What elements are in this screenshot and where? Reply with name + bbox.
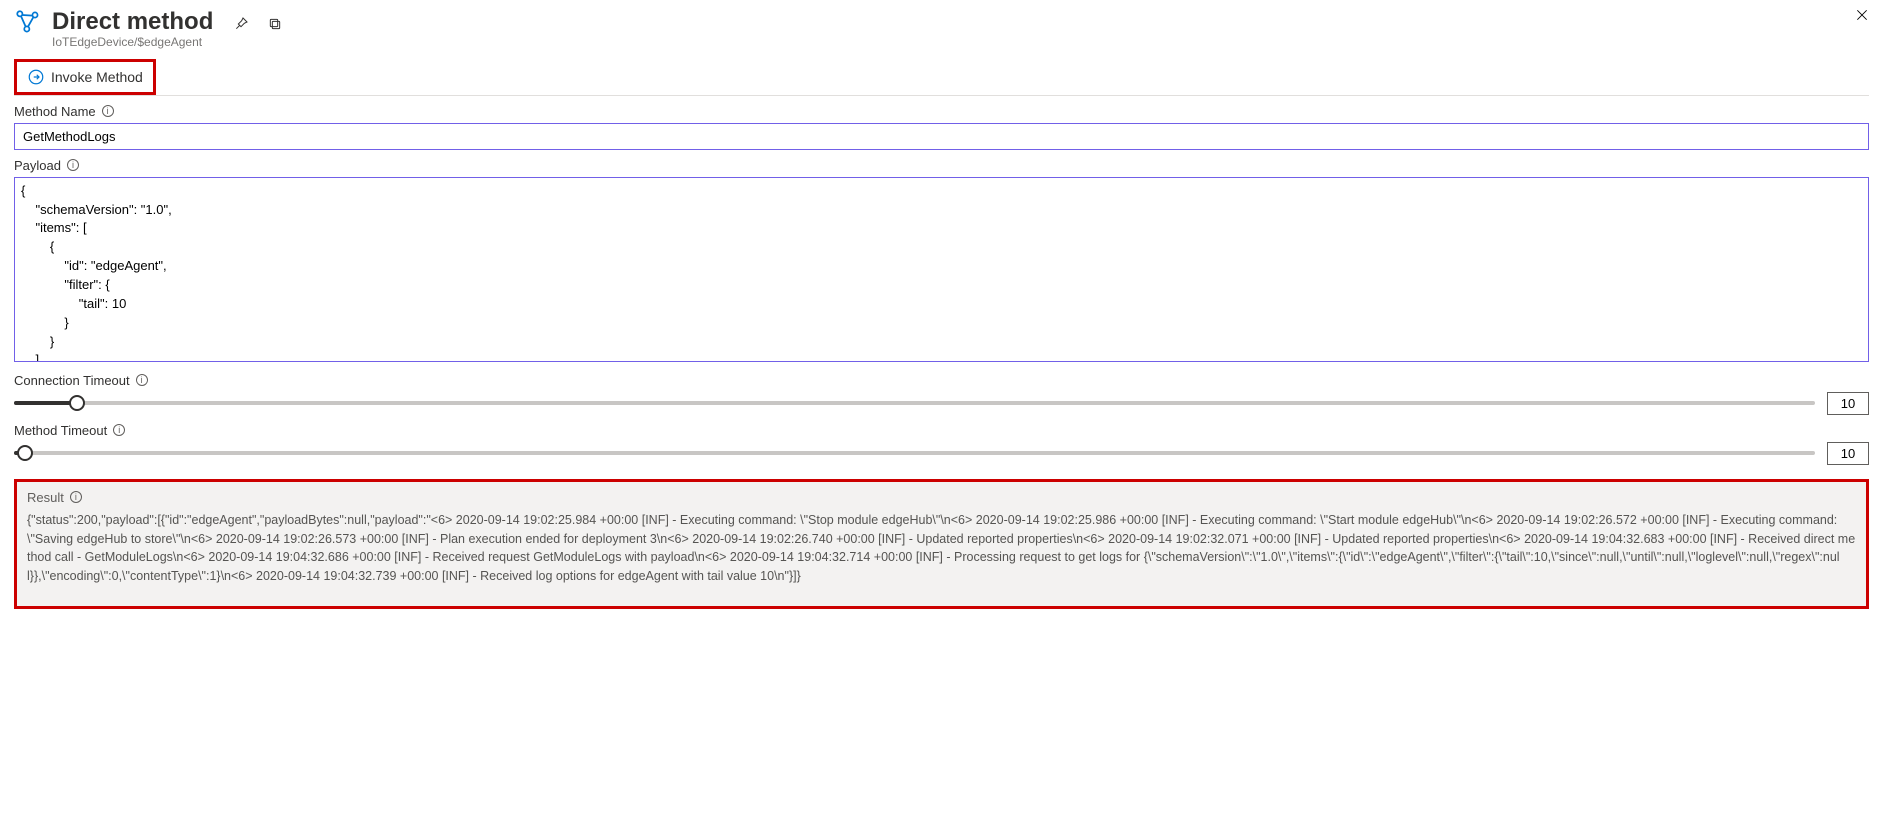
close-button[interactable] [1855,8,1869,27]
method-timeout-slider[interactable] [14,443,1815,463]
method-name-input[interactable] [14,123,1869,150]
page-header: Direct method IoTEdgeDevice/$edgeAgent [14,8,1869,49]
direct-method-icon [14,8,42,36]
invoke-icon [27,68,45,86]
page-title: Direct method [52,8,213,37]
pin-icon [233,16,249,32]
method-timeout-value[interactable] [1827,442,1869,465]
payload-label: Payload i [14,158,1869,173]
copy-icon [267,16,283,32]
method-name-label: Method Name i [14,104,1869,119]
pin-button[interactable] [231,14,251,37]
method-timeout-label: Method Timeout i [14,423,1869,438]
invoke-method-button[interactable]: Invoke Method [14,59,156,95]
slider-thumb[interactable] [17,445,33,461]
result-label: Result i [27,490,1856,505]
info-icon[interactable]: i [113,424,125,436]
close-icon [1855,8,1869,22]
result-text: {"status":200,"payload":[{"id":"edgeAgen… [27,511,1856,586]
toolbar: Invoke Method [14,53,1869,96]
copy-button[interactable] [265,14,285,37]
breadcrumb: IoTEdgeDevice/$edgeAgent [52,35,213,49]
connection-timeout-slider[interactable] [14,393,1815,413]
slider-thumb[interactable] [69,395,85,411]
invoke-method-label: Invoke Method [51,69,143,85]
info-icon[interactable]: i [67,159,79,171]
info-icon[interactable]: i [136,374,148,386]
payload-input[interactable] [14,177,1869,362]
connection-timeout-value[interactable] [1827,392,1869,415]
connection-timeout-label: Connection Timeout i [14,373,1869,388]
info-icon[interactable]: i [70,491,82,503]
result-panel: Result i {"status":200,"payload":[{"id":… [14,479,1869,609]
info-icon[interactable]: i [102,105,114,117]
